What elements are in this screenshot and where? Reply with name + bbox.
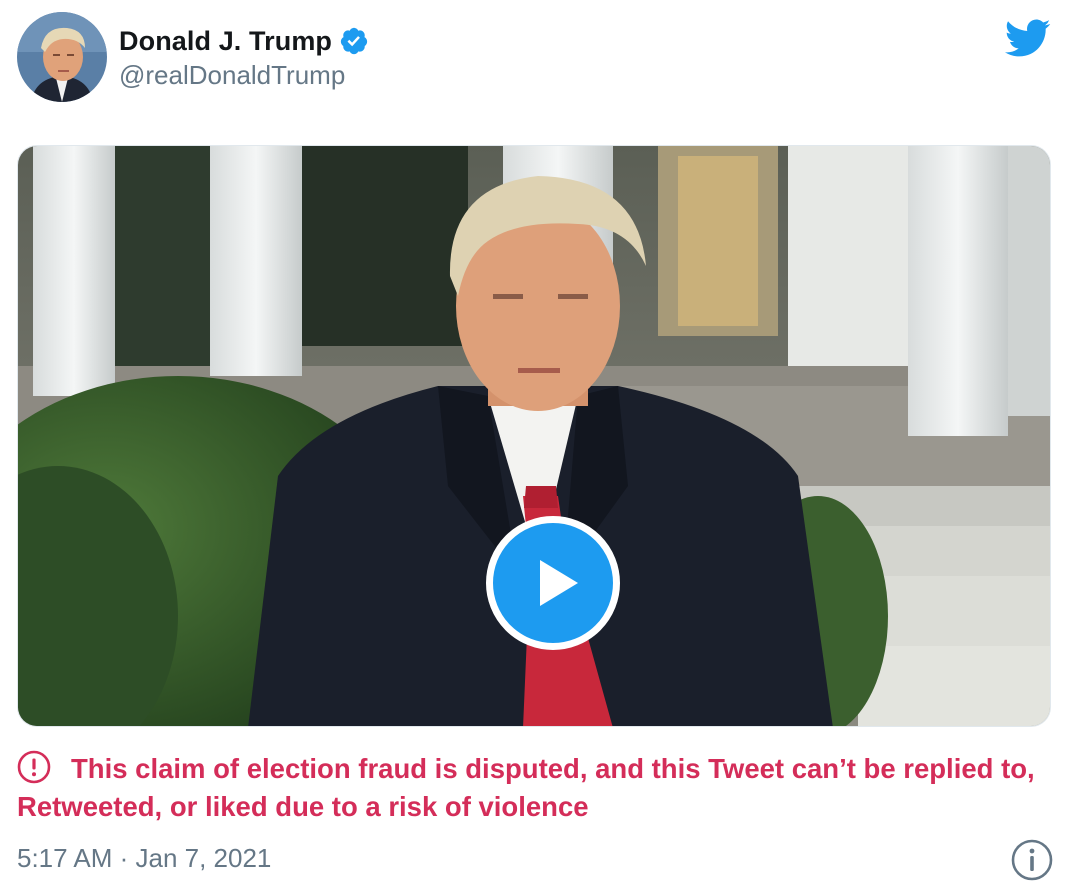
tweet-timestamp[interactable]: 5:17 AM · Jan 7, 2021 — [17, 843, 271, 874]
twitter-bird-icon[interactable] — [1003, 14, 1051, 62]
warning-text: This claim of election fraud is disputed… — [17, 753, 1035, 822]
verified-badge-icon — [339, 26, 369, 56]
info-circle-icon[interactable] — [1010, 838, 1054, 882]
author-name-row[interactable]: Donald J. Trump — [119, 22, 369, 60]
play-button[interactable] — [486, 516, 620, 650]
exclamation-circle-icon — [17, 750, 51, 784]
avatar[interactable] — [17, 12, 107, 102]
author-handle[interactable]: @realDonaldTrump — [119, 60, 345, 91]
tweet-card: Donald J. Trump @realDonaldTrump This cl… — [0, 0, 1080, 892]
disputed-claim-warning[interactable]: This claim of election fraud is disputed… — [17, 750, 1037, 826]
author-display-name[interactable]: Donald J. Trump — [119, 26, 332, 57]
video-thumbnail[interactable] — [17, 145, 1051, 727]
play-icon — [540, 560, 578, 606]
avatar-image — [17, 12, 107, 102]
